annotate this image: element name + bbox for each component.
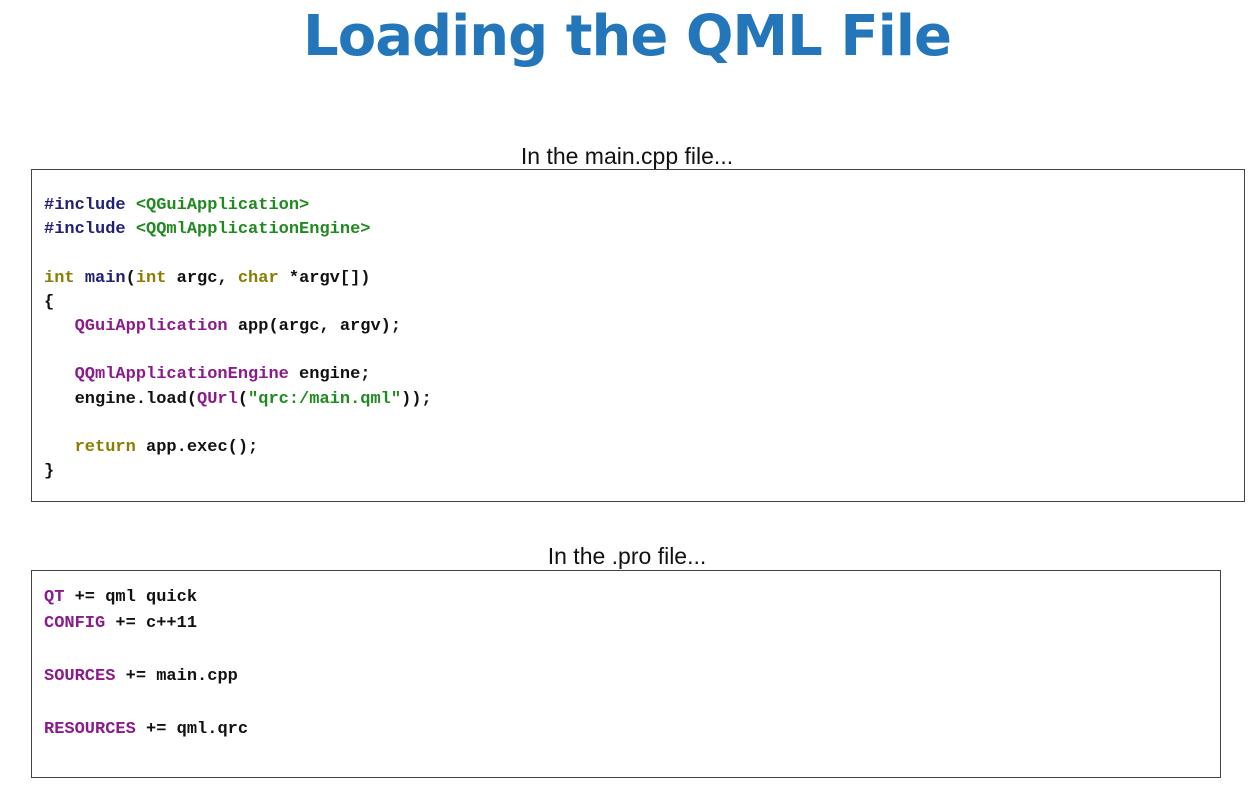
pro-file-code: QT += qml quick CONFIG += c++11 SOURCES +=… bbox=[44, 585, 248, 743]
pro-value: += qml quick bbox=[64, 588, 198, 607]
code-line-return: return app.exec(); bbox=[44, 436, 432, 460]
code-line-2: #include <QQmlApplicationEngine> bbox=[44, 218, 432, 242]
function-name: main bbox=[84, 268, 126, 288]
type-keyword: char bbox=[237, 268, 279, 288]
qt-class-name: QUrl bbox=[197, 389, 238, 409]
statement-text: engine; bbox=[288, 365, 371, 385]
qt-class-name: QQmlApplicationEngine bbox=[74, 365, 289, 385]
code-line-open-brace: { bbox=[44, 291, 432, 315]
qt-class-name: QGuiApplication bbox=[74, 316, 228, 336]
pro-value: += main.cpp bbox=[115, 667, 238, 687]
param-text: *argv[]) bbox=[278, 268, 371, 288]
pro-line-resources: RESOURCES += qml.qrc bbox=[44, 717, 248, 743]
include-header: <QQmlApplicationEngine> bbox=[135, 220, 371, 240]
paren: ( bbox=[125, 268, 136, 288]
main-cpp-code-box: #include <QGuiApplication> #include <QQml… bbox=[31, 169, 1245, 502]
code-line-load: engine.load(QUrl("qrc:/main.qml")); bbox=[44, 388, 432, 412]
pro-value: += c++11 bbox=[105, 614, 198, 634]
pro-variable: CONFIG bbox=[44, 614, 106, 634]
type-keyword: int bbox=[44, 268, 75, 288]
main-cpp-caption: In the main.cpp file... bbox=[520, 143, 734, 169]
return-keyword: return bbox=[74, 437, 136, 457]
slide-title: Loading the QML File bbox=[303, 4, 952, 69]
pro-line-qt: QT += qml quick bbox=[44, 585, 248, 611]
include-header: <QGuiApplication> bbox=[135, 196, 310, 215]
paren: )); bbox=[401, 389, 432, 409]
pro-blank-line bbox=[44, 691, 248, 717]
code-line-1: #include <QGuiApplication> bbox=[44, 194, 432, 218]
pro-variable: RESOURCES bbox=[44, 719, 136, 739]
type-keyword: int bbox=[135, 268, 167, 288]
main-cpp-code: #include <QGuiApplication> #include <QQml… bbox=[44, 194, 432, 484]
statement-text: engine.load( bbox=[74, 389, 198, 409]
param-text: argc, bbox=[166, 268, 238, 288]
include-directive: #include bbox=[44, 220, 126, 240]
include-directive: #include bbox=[44, 196, 126, 215]
pro-line-config: CONFIG += c++11 bbox=[44, 611, 248, 637]
paren: ( bbox=[237, 389, 249, 409]
close-brace: } bbox=[44, 462, 55, 482]
open-brace: { bbox=[44, 292, 55, 312]
code-line-engine: QQmlApplicationEngine engine; bbox=[44, 363, 432, 387]
statement-text: app(argc, argv); bbox=[227, 316, 402, 336]
code-line-app: QGuiApplication app(argc, argv); bbox=[44, 315, 432, 339]
pro-file-code-box: QT += qml quick CONFIG += c++11 SOURCES +=… bbox=[31, 570, 1221, 778]
pro-file-caption: In the .pro file... bbox=[547, 543, 707, 569]
pro-variable: SOURCES bbox=[44, 667, 116, 687]
pro-blank-line bbox=[44, 638, 248, 664]
statement-text: app.exec(); bbox=[135, 437, 259, 457]
string-literal: "qrc:/main.qml" bbox=[248, 389, 402, 409]
pro-line-sources: SOURCES += main.cpp bbox=[44, 664, 248, 690]
pro-variable: QT bbox=[44, 588, 65, 607]
pro-value: += qml.qrc bbox=[135, 719, 249, 739]
code-line-close-brace: } bbox=[44, 460, 432, 484]
code-line-main-signature: int main(int argc, char *argv[]) bbox=[44, 267, 432, 291]
